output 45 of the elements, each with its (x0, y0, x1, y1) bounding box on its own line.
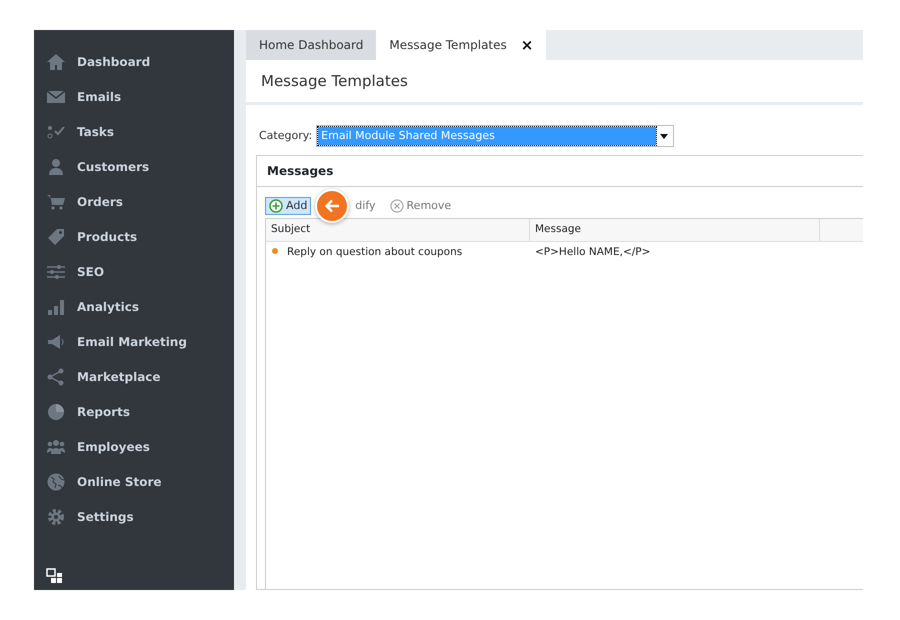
group-icon (46, 438, 66, 456)
sidebar-item[interactable]: Reports (34, 394, 234, 429)
sliders-icon (46, 262, 66, 280)
tab[interactable]: Home Dashboard (246, 30, 376, 60)
remove-button[interactable]: Remove (386, 197, 456, 216)
sidebar-item[interactable]: Settings (34, 499, 234, 534)
sidebar-item[interactable]: Emails (34, 79, 234, 114)
megaphone-icon (46, 332, 66, 350)
close-icon[interactable]: × (520, 34, 534, 56)
sidebar-item[interactable]: Employees (34, 429, 234, 464)
sidebar-item[interactable]: Email Marketing (34, 324, 234, 359)
column-header[interactable]: Message (530, 219, 820, 242)
table-cell: Reply on question about coupons (287, 246, 462, 258)
bar-chart-icon (46, 298, 66, 316)
share-icon (46, 368, 66, 386)
sidebar-item[interactable]: Online Store (34, 464, 234, 499)
page-title: Message Templates (246, 60, 863, 105)
dropdown-caret-icon (660, 134, 668, 138)
back-arrow-badge[interactable] (315, 189, 350, 224)
table-cell-text: <P>Hello NAME,</P> (534, 245, 652, 260)
column-header[interactable]: Subject (266, 219, 530, 242)
sidebar-item[interactable]: Orders (34, 184, 234, 219)
add-button[interactable]: Add (265, 197, 312, 216)
arrow-left-icon (324, 199, 340, 214)
sidebar-item[interactable]: SEO (34, 254, 234, 289)
add-icon (269, 199, 283, 214)
sidebar-item[interactable]: Marketplace (34, 359, 234, 394)
category-label: Category: (259, 128, 312, 144)
pie-chart-icon (46, 402, 66, 420)
tag-icon (46, 228, 66, 246)
sidebar-item[interactable]: Analytics (34, 289, 234, 324)
sidebar-item[interactable]: Products (34, 219, 234, 254)
cart-icon (46, 192, 66, 210)
modify-button[interactable]: dify (351, 197, 380, 216)
sidebar-item[interactable]: Dashboard (34, 44, 234, 79)
remove-icon (390, 199, 404, 214)
sidebar-item[interactable]: Tasks (34, 114, 234, 149)
globe-icon (46, 472, 66, 490)
gear-icon (46, 508, 66, 526)
layout-icon[interactable] (46, 568, 64, 584)
person-icon (46, 158, 66, 176)
sidebar-item[interactable]: Customers (34, 149, 234, 184)
home-icon (46, 52, 66, 70)
tab[interactable]: Message Templates × (376, 30, 546, 60)
panel-title: Messages (257, 156, 863, 188)
